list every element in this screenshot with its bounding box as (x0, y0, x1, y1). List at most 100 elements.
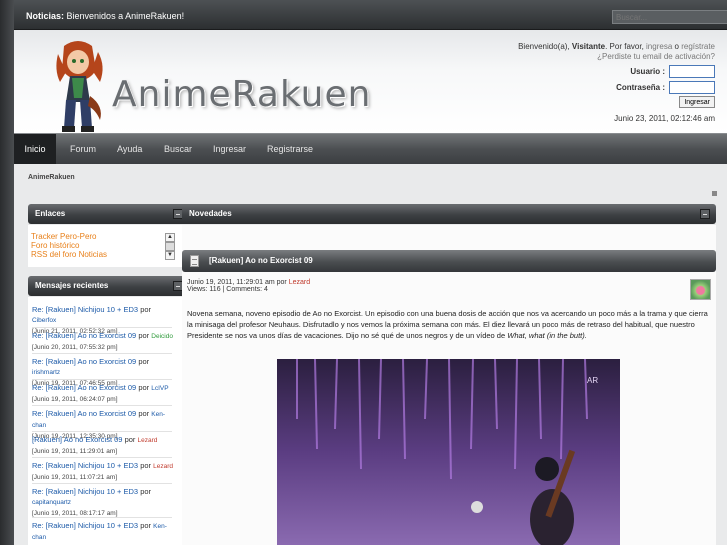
enlaces-title: Enlaces (35, 209, 66, 218)
login-link[interactable]: ingresa (646, 42, 672, 51)
by-text: por (124, 435, 136, 444)
list-divider (32, 379, 172, 380)
recent-message-date: [Junio 20, 2011, 07:55:32 pm] (32, 344, 118, 351)
by-text: por (138, 409, 150, 418)
welcome-prefix: Bienvenido(a), (518, 42, 570, 51)
news-ticker: Noticias: Bienvenidos a AnimeRakuen! (26, 11, 184, 21)
or-text: o (674, 42, 679, 51)
list-divider (32, 431, 172, 432)
novedades-title: Novedades (189, 209, 232, 218)
recent-message-link[interactable]: Re: [Rakuen] Nichijou 10 + ED3 (32, 461, 138, 470)
recent-message-date: [Junio 19, 2011, 08:17:17 am] (32, 510, 118, 517)
collapse-icon[interactable] (712, 191, 717, 196)
recent-message-link[interactable]: Re: [Rakuen] Ao no Exorcist 09 (32, 409, 136, 418)
list-item: Re: [Rakuen] Nichijou 10 + ED3 por Lezar… (32, 461, 177, 483)
site-header: AnimeRakuen Bienvenido(a), Visitante. Po… (14, 30, 727, 133)
collapse-icon[interactable] (700, 209, 710, 219)
enlaces-list: Tracker Pero-Pero Foro histórico RSS del… (31, 232, 107, 259)
link-foro-historico[interactable]: Foro histórico (31, 241, 107, 250)
novedades-header: Novedades (182, 204, 716, 224)
article-text-italic: What, what (in the butt). (507, 331, 587, 340)
list-item: Re: [Rakuen] Nichijou 10 + ED3 por capit… (32, 487, 177, 519)
nav-ayuda[interactable]: Ayuda (117, 134, 142, 164)
username-row: Usuario : (518, 65, 715, 78)
list-divider (32, 353, 172, 354)
current-date: Junio 23, 2011, 02:12:46 am (614, 114, 715, 123)
article-screenshot-image: AR (277, 359, 620, 545)
scroll-up-icon[interactable]: ▲ (165, 233, 175, 242)
search-input[interactable] (612, 10, 727, 24)
by-text: por (140, 521, 152, 530)
by-text: por (138, 383, 150, 392)
recent-message-link[interactable]: Re: [Rakuen] Ao no Exorcist 09 (32, 331, 136, 340)
article-title-bar: [Rakuen] Ao no Exorcist 09 (182, 250, 716, 272)
nav-registrarse[interactable]: Registrarse (267, 134, 313, 164)
nav-inicio[interactable]: Inicio (14, 134, 56, 164)
scroll-down-icon[interactable]: ▼ (165, 251, 175, 260)
by-text: por (138, 357, 150, 366)
username-field[interactable] (669, 65, 715, 78)
visitor-name: Visitante (571, 42, 606, 51)
recent-message-user[interactable]: Deicido (151, 333, 173, 340)
enlaces-header: Enlaces (28, 204, 189, 224)
news-text: Bienvenidos a AnimeRakuen! (66, 11, 185, 21)
list-item: [Rakuen] Ao no Exorcist 09 por Lezard [Ju… (32, 435, 177, 457)
article-text: Novena semana, noveno episodio de Ao no … (187, 309, 708, 340)
recent-message-user[interactable]: Lezard (153, 463, 173, 470)
mascot-logo-image (56, 41, 103, 132)
recent-messages-header: Mensajes recientes (28, 276, 189, 296)
recent-message-date: [Junio 19, 2011, 11:29:01 am] (32, 448, 118, 455)
scroll-thumb[interactable] (165, 242, 175, 251)
password-field[interactable] (669, 81, 715, 94)
link-tracker[interactable]: Tracker Pero-Pero (31, 232, 107, 241)
recent-message-user[interactable]: Ciberfox (32, 317, 56, 324)
list-divider (32, 517, 172, 518)
nav-ingresar[interactable]: Ingresar (213, 134, 246, 164)
welcome-line: Bienvenido(a), Visitante. Por favor, ing… (518, 42, 715, 52)
list-item: Re: [Rakuen] Ao no Exorcist 09 por Deici… (32, 331, 177, 353)
password-row: Contraseña : (518, 81, 715, 94)
please-text: . Por favor, (605, 42, 644, 51)
recent-message-user[interactable]: irishmartz (32, 369, 60, 376)
breadcrumb[interactable]: AnimeRakuen (28, 174, 75, 181)
recent-message-link[interactable]: Re: [Rakuen] Nichijou 10 + ED3 (32, 487, 138, 496)
article-date: Junio 19, 2011, 11:29:01 am por (187, 279, 287, 286)
nav-forum[interactable]: Forum (70, 134, 96, 164)
by-text: por (138, 331, 150, 340)
enlaces-scrollbar[interactable]: ▲ ▼ (165, 233, 175, 260)
image-watermark: AR (587, 376, 598, 385)
left-frame (0, 0, 14, 545)
login-button[interactable]: Ingresar (679, 96, 715, 108)
recent-message-user[interactable]: capitanquartz (32, 499, 71, 506)
main-nav: Inicio Forum Ayuda Buscar Ingresar Regis… (14, 133, 727, 164)
link-rss[interactable]: RSS del foro Noticias (31, 250, 107, 259)
recent-message-user[interactable]: LcIVP (151, 385, 168, 392)
recent-messages-title: Mensajes recientes (35, 281, 109, 290)
avatar[interactable] (690, 279, 711, 300)
anime-scene-drawing: AR (277, 359, 620, 545)
password-label: Contraseña : (616, 82, 665, 92)
recent-message-link[interactable]: Re: [Rakuen] Nichijou 10 + ED3 (32, 521, 138, 530)
recent-message-link[interactable]: Re: [Rakuen] Ao no Exorcist 09 (32, 383, 136, 392)
username-label: Usuario : (630, 66, 665, 76)
recent-message-user[interactable]: Lezard (138, 437, 158, 444)
user-box: Bienvenido(a), Visitante. Por favor, ing… (518, 42, 715, 124)
site-logo[interactable]: AnimeRakuen (112, 74, 371, 115)
recent-message-link[interactable]: Re: [Rakuen] Nichijou 10 + ED3 (32, 305, 138, 314)
recent-message-link[interactable]: Re: [Rakuen] Ao no Exorcist 09 (32, 357, 136, 366)
recent-message-link[interactable]: [Rakuen] Ao no Exorcist 09 (32, 435, 122, 444)
list-divider (32, 457, 172, 458)
article-body: Novena semana, noveno episodio de Ao no … (187, 308, 711, 341)
nav-buscar[interactable]: Buscar (164, 134, 192, 164)
news-bar: Noticias: Bienvenidos a AnimeRakuen! (14, 0, 727, 30)
forgot-activation-link[interactable]: ¿Perdiste tu email de activación? (518, 52, 715, 62)
list-item: Re: [Rakuen] Ao no Exorcist 09 por LcIVP… (32, 383, 177, 405)
list-divider (32, 405, 172, 406)
article-meta: Junio 19, 2011, 11:29:01 am por Lezard V… (187, 279, 310, 293)
article-views: Views: 116 | Comments: 4 (187, 286, 268, 293)
by-text: por (140, 305, 152, 314)
article-title[interactable]: [Rakuen] Ao no Exorcist 09 (209, 256, 313, 265)
article-author[interactable]: Lezard (289, 279, 310, 286)
by-text: por (140, 487, 152, 496)
register-link[interactable]: regístrate (681, 42, 715, 51)
